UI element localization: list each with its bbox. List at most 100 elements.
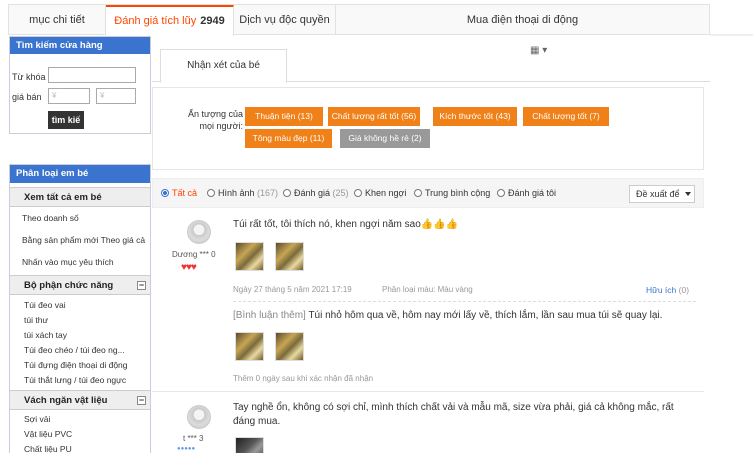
filter-praise-label: Khen ngợi xyxy=(365,188,407,198)
radio-icon xyxy=(283,189,291,197)
tab-mobile-buy[interactable]: Mua điện thoại di động xyxy=(336,5,709,35)
category-item[interactable]: túi thư xyxy=(10,313,150,328)
impression-tag[interactable]: Giá không hề rẻ (2) xyxy=(340,129,430,148)
user-level-hearts: ♥♥♥ xyxy=(181,262,197,273)
category-item[interactable]: Theo doanh số xyxy=(10,207,150,229)
tab-exclusive-service[interactable]: Dịch vụ độc quyền xyxy=(234,5,336,35)
useful-button[interactable]: Hữu ích (0) xyxy=(646,285,689,295)
append-meta: Thêm 0 ngày sau khi xác nhận đã nhận xyxy=(233,374,374,383)
tab-baby-reviews[interactable]: Nhận xét của bé xyxy=(160,49,287,83)
review-photo[interactable] xyxy=(235,242,264,271)
section-function[interactable]: Bộ phận chức năng − xyxy=(10,275,150,295)
keyword-input[interactable] xyxy=(48,67,136,83)
qr-code-icon[interactable]: ▦ ▾ xyxy=(530,45,554,59)
filter-images-label: Hình ảnh xyxy=(218,188,255,198)
filter-images[interactable]: Hình ảnh (167) xyxy=(207,188,278,198)
category-item[interactable]: túi xách tay xyxy=(10,328,150,343)
avatar[interactable] xyxy=(187,405,211,429)
review-filter-bar: Tất cả Hình ảnh (167) Đánh giá (25) Khen… xyxy=(152,178,704,208)
append-tag: [Bình luận thêm] xyxy=(233,310,306,321)
section-all-items-label: Xem tất cả em bé xyxy=(24,192,102,203)
review-photo[interactable] xyxy=(275,332,304,361)
category-item[interactable]: Túi thắt lưng / túi đeo ngực xyxy=(10,373,150,388)
filter-ratings-label: Đánh giá xyxy=(294,188,331,198)
category-panel: Phân loại em bé Xem tất cả em bé Theo do… xyxy=(9,164,151,453)
tab-underline xyxy=(710,34,753,36)
review-divider xyxy=(233,301,696,302)
store-search-title: Tìm kiếm cửa hàng xyxy=(10,37,150,54)
review-subtabs: Nhận xét của bé ▦ ▾ xyxy=(152,37,710,83)
tab-exclusive-service-label: Dịch vụ độc quyền xyxy=(239,14,330,26)
section-function-label: Bộ phận chức năng xyxy=(24,280,114,291)
category-item[interactable]: Túi đeo vai xyxy=(10,298,150,313)
category-title: Phân loại em bé xyxy=(10,165,150,183)
filter-ratings[interactable]: Đánh giá (25) xyxy=(283,188,349,198)
filter-average-label: Trung bình cộng xyxy=(425,188,491,198)
filter-my-reviews-label: Đánh giá tôi xyxy=(508,188,557,198)
review-text-line2: đáng mua. xyxy=(233,416,281,427)
impression-tag[interactable]: Thuận tiện (13) xyxy=(245,107,323,126)
review-date: Ngày 27 tháng 5 năm 2021 17:19 xyxy=(233,285,352,294)
review-count: 2949 xyxy=(200,15,225,27)
user-level-dots: ●●●●● xyxy=(177,446,196,452)
useful-label: Hữu ích xyxy=(646,285,677,295)
filter-praise[interactable]: Khen ngợi xyxy=(354,188,406,198)
review-photo[interactable] xyxy=(235,332,264,361)
price-to-input[interactable]: ¥ xyxy=(96,88,136,104)
impression-tag[interactable]: Kích thước tốt (43) xyxy=(433,107,517,126)
review-variant: Phân loại màu: Màu vàng xyxy=(382,285,473,294)
collapse-icon[interactable]: − xyxy=(137,396,146,405)
review-photo[interactable] xyxy=(235,437,264,453)
category-item[interactable]: Túi đựng điện thoại di động xyxy=(10,358,150,373)
category-item[interactable]: Sợi vải xyxy=(10,412,150,427)
review-photo[interactable] xyxy=(275,242,304,271)
radio-icon xyxy=(207,189,215,197)
top-tab-bar: mục chi tiết Đánh giá tích lũy 2949 Dịch … xyxy=(8,4,710,36)
category-item[interactable]: Nhấn vào mục yêu thích xyxy=(10,251,150,273)
tab-details[interactable]: mục chi tiết xyxy=(9,5,106,35)
review-text-line1: Tay nghề ổn, không có sợi chỉ, mình thíc… xyxy=(233,402,674,413)
filter-images-count: (167) xyxy=(257,188,279,198)
filter-average[interactable]: Trung bình cộng xyxy=(414,188,490,198)
price-label: giá bán xyxy=(12,92,42,102)
impression-tag[interactable]: Chất lượng rất tốt (56) xyxy=(328,107,420,126)
impression-tag[interactable]: Chất lượng tốt (7) xyxy=(523,107,609,126)
filter-all[interactable]: Tất cả xyxy=(161,188,197,198)
append-review: [Bình luận thêm] Túi nhỏ hôm qua về, hôm… xyxy=(233,309,662,323)
section-material[interactable]: Vách ngăn vật liệu − xyxy=(10,390,150,410)
price-from-input[interactable]: ¥ xyxy=(48,88,90,104)
filter-all-label: Tất cả xyxy=(172,188,198,198)
impressions-panel: Ấn tượng của mọi người: Thuận tiện (13) … xyxy=(152,87,704,170)
review-username[interactable]: t *** 3 xyxy=(183,434,203,443)
radio-icon xyxy=(354,189,362,197)
sort-select-label: Đề xuất để xyxy=(636,189,680,199)
search-button[interactable]: tìm kiế xyxy=(48,111,84,129)
category-item[interactable]: Túi đeo chéo / túi đeo ng... xyxy=(10,343,150,358)
radio-icon xyxy=(414,189,422,197)
tab-mobile-buy-label: Mua điện thoại di động xyxy=(466,14,579,26)
tab-reviews[interactable]: Đánh giá tích lũy 2949 xyxy=(106,5,234,36)
section-material-label: Vách ngăn vật liệu xyxy=(24,395,108,406)
review-username[interactable]: Dương *** 0 xyxy=(172,250,216,259)
chevron-down-icon xyxy=(685,192,691,196)
useful-count: (0) xyxy=(678,285,690,295)
category-item[interactable]: Vật liệu PVC xyxy=(10,427,150,442)
review-text: Túi rất tốt, tôi thích nó, khen ngợi năm… xyxy=(233,219,459,230)
sort-select[interactable]: Đề xuất để xyxy=(629,185,695,203)
impressions-label: Ấn tượng của mọi người: xyxy=(188,109,243,131)
filter-ratings-count: (25) xyxy=(332,188,349,198)
category-item[interactable]: Chất liệu PU xyxy=(10,442,150,453)
store-search-box: Tìm kiếm cửa hàng Từ khóa giá bán ¥ ¥ tì… xyxy=(9,36,151,134)
section-all-items[interactable]: Xem tất cả em bé xyxy=(10,187,150,207)
category-item[interactable]: Bằng sản phẩm mới Theo giá cả xyxy=(10,229,150,251)
avatar[interactable] xyxy=(187,220,211,244)
radio-icon xyxy=(161,189,169,197)
radio-icon xyxy=(497,189,505,197)
collapse-icon[interactable]: − xyxy=(137,281,146,290)
tab-reviews-label: Đánh giá tích lũy xyxy=(114,15,197,27)
review-separator xyxy=(152,391,704,392)
keyword-label: Từ khóa xyxy=(12,72,46,82)
append-text: Túi nhỏ hôm qua về, hôm nay mới lấy về, … xyxy=(308,310,663,321)
impression-tag[interactable]: Tông màu đẹp (11) xyxy=(245,129,332,148)
filter-my-reviews[interactable]: Đánh giá tôi xyxy=(497,188,556,198)
